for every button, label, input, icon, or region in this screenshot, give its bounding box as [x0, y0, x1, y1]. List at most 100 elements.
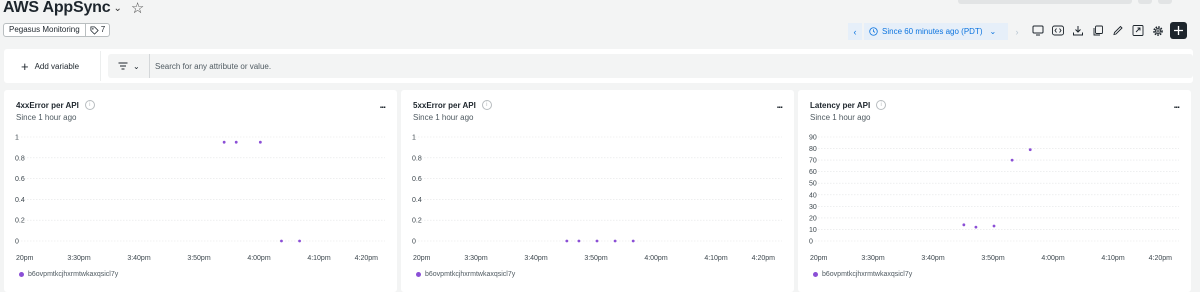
data-point — [280, 239, 283, 243]
add-variable-label: Add variable — [34, 61, 80, 71]
x-tick-label: 4:10pm — [704, 255, 728, 262]
x-tick-label: 3:40pm — [127, 255, 151, 262]
data-point — [577, 239, 581, 243]
copy-icon[interactable] — [1090, 22, 1106, 39]
chevron-down-icon: ⌄ — [133, 61, 140, 71]
data-point — [613, 239, 617, 243]
top-bar-remnant — [958, 0, 1132, 4]
edit-icon[interactable] — [1110, 22, 1126, 39]
chevron-down-icon: ⌄ — [989, 27, 997, 36]
legend-label: b6ovpmtkcjhxrmtwkaxqsicl7y — [28, 271, 119, 278]
chart-legend[interactable]: b6ovpmtkcjhxrmtwkaxqsicl7y — [19, 271, 118, 278]
legend-label: b6ovpmtkcjhxrmtwkaxqsicl7y — [822, 271, 913, 278]
y-tick-label: 0.4 — [412, 197, 422, 204]
y-tick-label: 10 — [809, 227, 817, 234]
data-point — [222, 140, 226, 144]
y-tick-label: 60 — [809, 169, 817, 176]
x-tick-label: 3:50pm — [981, 255, 1005, 262]
time-picker: ‹ Since 60 minutes ago (PDT) ⌄ › — [848, 23, 1024, 40]
y-tick-label: 0.6 — [15, 176, 25, 183]
chevron-down-icon[interactable]: ⌄ — [113, 3, 121, 14]
data-point — [298, 239, 301, 243]
dashboard-name[interactable]: Pegasus Monitoring — [4, 24, 86, 36]
chart-latency: 90 80 70 60 50 40 30 20 10 0 20pm 3:30pm 3:40pm 3:50p… — [809, 135, 1179, 262]
fullscreen-icon[interactable] — [1130, 22, 1146, 39]
tag-count: 7 — [100, 25, 106, 34]
x-tick-label: 20pm — [810, 255, 828, 262]
download-icon[interactable] — [1070, 22, 1086, 39]
x-tick-label: 4:00pm — [247, 255, 271, 262]
data-point — [1028, 148, 1032, 152]
legend-swatch — [416, 272, 421, 277]
settings-icon[interactable] — [1150, 22, 1166, 39]
x-tick-label: 3:40pm — [524, 255, 548, 262]
y-tick-label: 50 — [809, 181, 817, 188]
x-tick-label: 20pm — [413, 255, 431, 262]
x-tick-label: 3:40pm — [921, 255, 945, 262]
search-input[interactable] — [150, 61, 1193, 71]
y-tick-label: 0 — [412, 239, 416, 246]
y-tick-label: 0 — [809, 239, 813, 246]
data-point — [962, 223, 966, 227]
title-row: AWS AppSync ⌄ ☆ — [3, 0, 144, 16]
dashboard-tag[interactable]: Pegasus Monitoring 7 — [3, 23, 111, 37]
y-tick-label: 90 — [809, 135, 817, 142]
page-title[interactable]: AWS AppSync — [3, 0, 111, 17]
chart-4xx-error: 1 0.8 0.6 0.4 0.2 0 20pm 3:30pm 3:40pm 3:50pm 4:00… — [15, 135, 385, 262]
x-tick-label: 3:30pm — [861, 255, 885, 262]
y-tick-label: 80 — [809, 146, 817, 153]
chart-legend[interactable]: b6ovpmtkcjhxrmtwkaxqsicl7y — [813, 271, 912, 278]
filter-icon — [118, 62, 128, 70]
time-prev-button[interactable]: ‹ — [848, 23, 862, 40]
plus-icon: + — [21, 58, 29, 74]
tv-mode-icon[interactable] — [1030, 22, 1046, 39]
legend-label: b6ovpmtkcjhxrmtwkaxqsicl7y — [425, 271, 516, 278]
x-tick-label: 3:30pm — [67, 255, 91, 262]
legend-swatch — [19, 272, 24, 277]
widget-5xx-error[interactable]: 5xxError per API i Since 1 hour ago ... … — [401, 90, 794, 292]
variable-bar: + Add variable ⌄ — [4, 49, 1193, 83]
x-tick-label: 3:50pm — [187, 255, 211, 262]
time-range-label: Since 60 minutes ago (PDT) — [882, 27, 983, 36]
x-tick-label: 3:30pm — [464, 255, 488, 262]
y-tick-label: 70 — [809, 158, 817, 165]
x-tick-label: 4:00pm — [1041, 255, 1065, 262]
clock-icon — [869, 27, 878, 36]
widget-latency[interactable]: Latency per API i Since 1 hour ago ... 9… — [798, 90, 1191, 292]
add-icon[interactable] — [1170, 22, 1187, 39]
y-tick-label: 40 — [809, 192, 817, 199]
x-tick-label: 4:00pm — [644, 255, 668, 262]
x-tick-label: 3:50pm — [584, 255, 608, 262]
time-range-selector[interactable]: Since 60 minutes ago (PDT) ⌄ — [864, 23, 1008, 40]
y-tick-label: 0.8 — [15, 155, 25, 162]
y-tick-label: 0.2 — [15, 218, 25, 225]
data-point — [974, 225, 978, 229]
y-tick-label: 0.6 — [412, 176, 422, 183]
x-tick-label: 4:20pm — [355, 255, 379, 262]
data-point — [595, 239, 599, 243]
tag-icon — [90, 25, 99, 35]
y-tick-label: 20 — [809, 215, 817, 222]
code-icon[interactable] — [1050, 22, 1066, 39]
widget-4xx-error[interactable]: 4xxError per API i Since 1 hour ago ... … — [4, 90, 397, 292]
y-tick-label: 30 — [809, 204, 817, 211]
x-tick-label: 20pm — [16, 255, 34, 262]
dashboard-toolbar — [1030, 22, 1187, 39]
x-tick-label: 4:20pm — [1149, 255, 1173, 262]
add-variable-button[interactable]: + Add variable — [5, 51, 101, 81]
chart-5xx-error: 1 0.8 0.6 0.4 0.2 0 20pm 3:30pm 3:40pm 3:50pm 4:00… — [412, 135, 782, 262]
y-tick-label: 0 — [15, 239, 19, 246]
y-tick-label: 1 — [15, 135, 19, 142]
y-tick-label: 0.8 — [412, 155, 422, 162]
filter-search-bar: ⌄ — [108, 54, 1193, 78]
time-next-button[interactable]: › — [1010, 23, 1024, 40]
x-tick-label: 4:10pm — [307, 255, 331, 262]
top-bar-remnant — [1158, 0, 1172, 4]
x-tick-label: 4:10pm — [1101, 255, 1125, 262]
y-tick-label: 1 — [412, 135, 416, 142]
tag-count-badge[interactable]: 7 — [86, 24, 109, 36]
data-point — [1010, 158, 1014, 162]
star-icon[interactable]: ☆ — [131, 1, 144, 16]
filter-button[interactable]: ⌄ — [108, 54, 150, 78]
chart-legend[interactable]: b6ovpmtkcjhxrmtwkaxqsicl7y — [416, 271, 515, 278]
